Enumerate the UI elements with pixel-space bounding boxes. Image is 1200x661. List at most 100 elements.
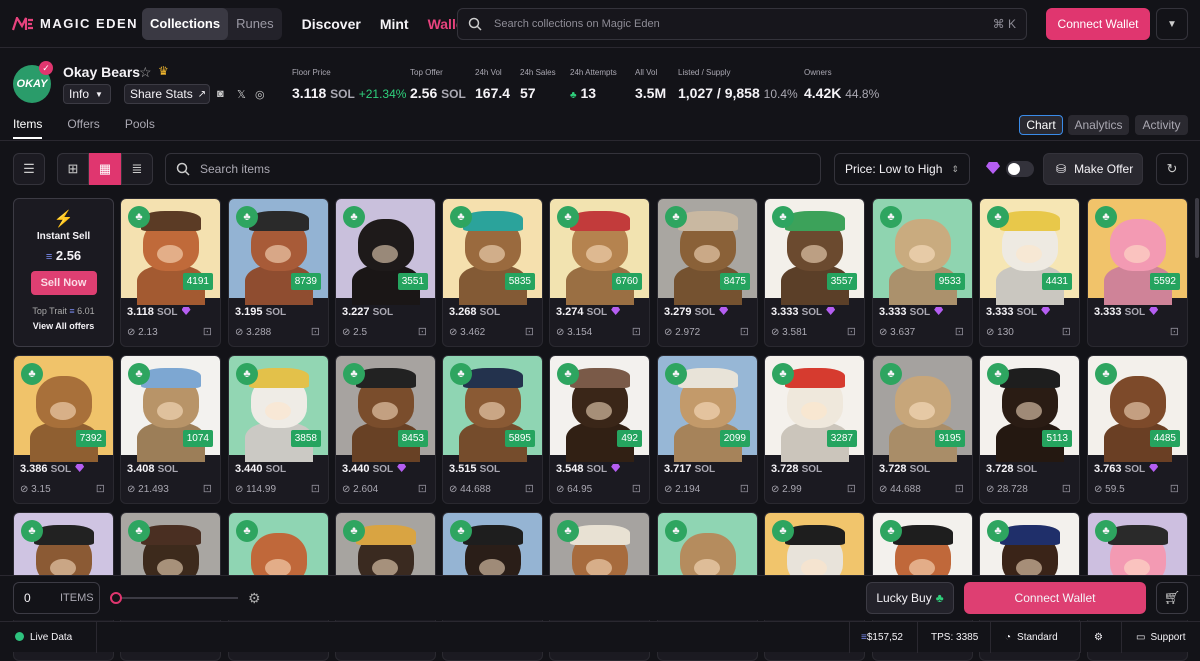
zoom-icon[interactable]: ⊡ xyxy=(311,325,320,338)
nft-card[interactable]: ♣ 3287 3.728 SOL ⊘ 2.99 ⊡ xyxy=(764,355,865,504)
nft-card[interactable]: ♣ 2099 3.717 SOL ⊘ 2.194 ⊡ xyxy=(657,355,758,504)
nft-card[interactable]: ♣ 3557 3.333 SOL ⊘ 3.581 ⊡ xyxy=(764,198,865,347)
list-view-button[interactable]: ≣ xyxy=(121,153,153,185)
star-icon[interactable]: ☆ xyxy=(139,64,152,81)
nft-card[interactable]: ♣ 4431 3.333 SOL ⊘ 130 ⊡ xyxy=(979,198,1080,347)
clover-icon: ♣ xyxy=(236,520,258,542)
zoom-icon[interactable]: ⊡ xyxy=(525,482,534,495)
nft-card[interactable]: ♣ 9533 3.333 SOL ⊘ 3.637 ⊡ xyxy=(872,198,973,347)
nft-card[interactable]: ♣ 5592 3.333 SOL ⊡ xyxy=(1087,198,1188,347)
quantity-slider[interactable] xyxy=(110,592,238,604)
view-all-offers-link[interactable]: View All offers xyxy=(14,321,113,331)
discord-icon[interactable]: ◙ xyxy=(217,88,224,100)
connect-wallet-button[interactable]: Connect Wallet xyxy=(964,582,1146,614)
zoom-icon[interactable]: ⊡ xyxy=(1170,325,1179,338)
price-value: 3.440 xyxy=(342,463,370,475)
zoom-icon[interactable]: ⊡ xyxy=(418,325,427,338)
zoom-icon[interactable]: ⊡ xyxy=(740,325,749,338)
clover-icon: ♣ xyxy=(987,363,1009,385)
price-value: 3.333 xyxy=(771,306,799,318)
zoom-icon[interactable]: ⊡ xyxy=(203,325,212,338)
filter-button[interactable]: ☰ xyxy=(13,153,45,185)
zoom-icon[interactable]: ⊡ xyxy=(525,325,534,338)
nft-card[interactable]: ♣ 3551 3.227 SOL ⊘ 2.5 ⊡ xyxy=(335,198,436,347)
nav-discover[interactable]: Discover xyxy=(302,16,361,32)
zoom-icon[interactable]: ⊡ xyxy=(203,482,212,495)
zoom-icon[interactable]: ⊡ xyxy=(1062,325,1071,338)
sort-select[interactable]: Price: Low to High ⇕ xyxy=(834,153,970,185)
tab-activity[interactable]: Activity xyxy=(1135,115,1188,135)
nav-mint[interactable]: Mint xyxy=(380,16,409,32)
magic-eden-logo[interactable]: MAGIC EDEN xyxy=(12,16,140,31)
chevron-down-icon[interactable]: ▼ xyxy=(1156,8,1188,40)
tab-pools[interactable]: Pools xyxy=(125,117,155,139)
info-dropdown[interactable]: Info ▼ xyxy=(63,84,111,104)
grid-small-button[interactable]: ▦ xyxy=(89,153,121,185)
live-data-indicator[interactable]: Live Data xyxy=(15,632,72,643)
gem-toggle[interactable] xyxy=(1006,161,1034,177)
nft-card[interactable]: ♣ 9195 3.728 SOL ⊘ 44.688 ⊡ xyxy=(872,355,973,504)
support-link[interactable]: ▭ Support xyxy=(1136,632,1185,643)
connect-wallet-button[interactable]: Connect Wallet xyxy=(1046,8,1150,40)
tab-analytics[interactable]: Analytics xyxy=(1068,115,1129,135)
settings-icon[interactable]: ⚙ xyxy=(1094,632,1103,643)
scrollbar[interactable] xyxy=(1195,198,1199,258)
zoom-icon[interactable]: ⊡ xyxy=(740,482,749,495)
nft-card[interactable]: ♣ 6760 3.274 SOL ⊘ 3.154 ⊡ xyxy=(549,198,650,347)
slider-handle[interactable] xyxy=(110,592,122,604)
tab-chart[interactable]: Chart xyxy=(1019,115,1063,135)
nft-card[interactable]: ♣ 8739 3.195 SOL ⊘ 3.288 ⊡ xyxy=(228,198,329,347)
info-label: Info xyxy=(69,87,90,101)
nft-price: 3.386 SOL xyxy=(20,463,85,475)
zoom-icon[interactable]: ⊡ xyxy=(96,482,105,495)
bear-hat xyxy=(1000,211,1060,231)
zoom-icon[interactable]: ⊡ xyxy=(418,482,427,495)
globe-icon[interactable]: ◎ xyxy=(255,88,265,101)
make-offer-button[interactable]: ⛁ Make Offer xyxy=(1043,153,1143,185)
quantity-input[interactable]: 0 ITEMS xyxy=(13,582,100,614)
nft-card[interactable]: ♣ 7392 3.386 SOL ⊘ 3.15 ⊡ xyxy=(13,355,114,504)
tab-collections[interactable]: Collections xyxy=(142,7,229,40)
zoom-icon[interactable]: ⊡ xyxy=(955,482,964,495)
stat-24h-attempts: 24h Attempts ♣ 13 xyxy=(570,68,617,101)
last-sale-icon: ⊘ xyxy=(449,484,458,495)
grid-large-button[interactable]: ⊞ xyxy=(57,153,89,185)
zoom-icon[interactable]: ⊡ xyxy=(847,325,856,338)
zoom-icon[interactable]: ⊡ xyxy=(1062,482,1071,495)
item-search-input[interactable]: Search items xyxy=(165,153,821,185)
zoom-icon[interactable]: ⊡ xyxy=(1170,482,1179,495)
price-value: 3.279 xyxy=(664,306,692,318)
zoom-icon[interactable]: ⊡ xyxy=(847,482,856,495)
nft-card[interactable]: ♣ 8475 3.279 SOL ⊘ 2.972 ⊡ xyxy=(657,198,758,347)
tab-items[interactable]: Items xyxy=(13,117,43,139)
nft-card[interactable]: ♣ 3858 3.440 SOL ⊘ 114.99 ⊡ xyxy=(228,355,329,504)
last-sale: ⊘ 59.5 xyxy=(1094,484,1125,495)
sol-unit: SOL xyxy=(801,464,823,475)
nft-card[interactable]: ♣ 4191 3.118 SOL ⊘ 2.13 ⊡ xyxy=(120,198,221,347)
x-icon[interactable]: 𝕏 xyxy=(237,88,246,101)
nft-card[interactable]: ♣ 4485 3.763 SOL ⊘ 59.5 ⊡ xyxy=(1087,355,1188,504)
tab-runes[interactable]: Runes xyxy=(228,8,282,40)
gem-icon xyxy=(1041,307,1051,315)
zoom-icon[interactable]: ⊡ xyxy=(311,482,320,495)
zoom-icon[interactable]: ⊡ xyxy=(955,325,964,338)
zoom-icon[interactable]: ⊡ xyxy=(632,325,641,338)
lucky-buy-button[interactable]: Lucky Buy ♣ xyxy=(866,582,954,614)
global-search-input[interactable]: Search collections on Magic Eden ⌘ K xyxy=(457,8,1027,40)
nft-card[interactable]: ♣ 1074 3.408 SOL ⊘ 21.493 ⊡ xyxy=(120,355,221,504)
nft-card[interactable]: ♣ 5113 3.728 SOL ⊘ 28.728 ⊡ xyxy=(979,355,1080,504)
refresh-icon[interactable]: ↻ xyxy=(1156,153,1188,185)
zoom-icon[interactable]: ⊡ xyxy=(632,482,641,495)
nft-image: ♣ 8739 xyxy=(229,199,328,305)
nft-card[interactable]: ♣ 5835 3.268 SOL ⊘ 3.462 ⊡ xyxy=(442,198,543,347)
tab-offers[interactable]: Offers xyxy=(67,117,99,139)
last-sale: ⊘ 64.95 xyxy=(556,484,592,495)
priority-fee[interactable]: ◔ Standard xyxy=(1005,632,1058,643)
nft-card[interactable]: ♣ 492 3.548 SOL ⊘ 64.95 ⊡ xyxy=(549,355,650,504)
sell-now-button[interactable]: Sell Now xyxy=(30,271,97,295)
gear-icon[interactable]: ⚙ xyxy=(248,590,261,607)
cart-icon[interactable]: 🛒︎ xyxy=(1156,582,1188,614)
nft-card[interactable]: ♣ 5895 3.515 SOL ⊘ 44.688 ⊡ xyxy=(442,355,543,504)
nft-card[interactable]: ♣ 8453 3.440 SOL ⊘ 2.604 ⊡ xyxy=(335,355,436,504)
share-stats-button[interactable]: Share Stats ↗ xyxy=(124,84,210,104)
